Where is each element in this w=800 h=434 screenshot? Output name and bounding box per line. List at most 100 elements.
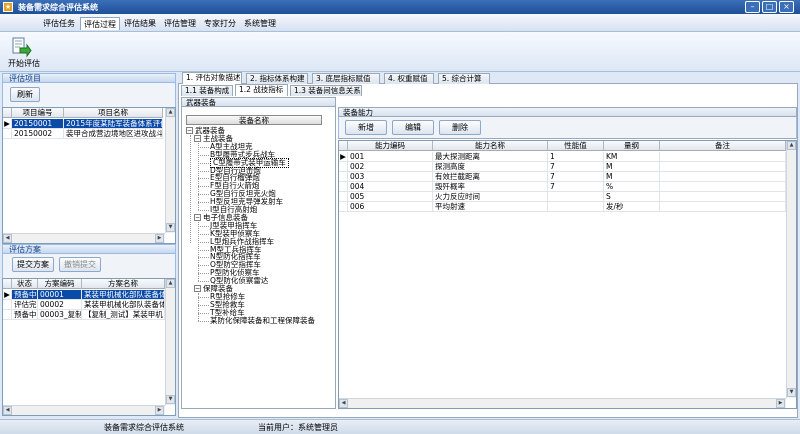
- scroll-right-icon[interactable]: ▶: [155, 406, 164, 415]
- capability-vscrollbar[interactable]: ▲ ▼: [786, 141, 796, 398]
- scroll-down-icon[interactable]: ▼: [166, 395, 175, 404]
- plan-row[interactable]: 预备中 00003_复制_1 【复制_测试】某装甲机: [3, 310, 165, 320]
- capability-row[interactable]: 003 有效拦截距离 7 M: [339, 172, 786, 182]
- row-indicator: [339, 162, 348, 172]
- plans-panel-title: 评估方案: [2, 244, 176, 254]
- scroll-left-icon[interactable]: ◀: [3, 406, 12, 415]
- plan-row[interactable]: ▶ 预备中 00001 某装甲机械化部队装备体: [3, 290, 165, 300]
- col-cap-note[interactable]: 备注: [660, 141, 786, 151]
- tree-collapse-icon[interactable]: −: [194, 134, 201, 142]
- revoke-submit-button[interactable]: 撤销提交: [59, 257, 101, 272]
- cap-name: 毁歼概率: [433, 182, 548, 192]
- col-project-code[interactable]: 项目编号: [12, 108, 64, 118]
- plans-table: 状态 方案编码 方案名称 ▶ 预备中 00001 某装甲机械化部队装备体 评估完…: [2, 278, 176, 416]
- menu-eval-task[interactable]: 评估任务: [40, 17, 78, 30]
- col-plan-code[interactable]: 方案编码: [38, 279, 82, 289]
- start-eval-label: 开始评估: [8, 59, 40, 68]
- capability-button-bar: 新增 编辑 删除: [338, 117, 797, 139]
- cap-name: 平均射速: [433, 202, 548, 212]
- capability-row[interactable]: 004 毁歼概率 7%: [339, 182, 786, 192]
- plans-hscrollbar[interactable]: ◀ ▶: [3, 405, 165, 415]
- close-button[interactable]: ×: [779, 1, 794, 13]
- cap-name: 有效拦截距离: [433, 172, 548, 182]
- cap-unit: S: [604, 192, 660, 202]
- minimize-button[interactable]: –: [745, 1, 760, 13]
- capability-row[interactable]: 002 探测高度 7 M: [339, 162, 786, 172]
- subtab-composition[interactable]: 1.1 装备构成: [181, 85, 233, 96]
- col-project-name[interactable]: 项目名称: [64, 108, 163, 118]
- capability-table-header: 能力编码 能力名称 性能值 量纲 备注: [339, 141, 786, 151]
- subtab-info-relation[interactable]: 1.3 装备间信息关系: [290, 85, 362, 96]
- delete-capability-button[interactable]: 删除: [439, 120, 481, 135]
- cap-note: [660, 162, 786, 172]
- menu-expert-score[interactable]: 专家打分: [201, 17, 239, 30]
- cap-name: 最大探测距离: [433, 152, 548, 162]
- scroll-right-icon[interactable]: ▶: [155, 234, 164, 243]
- plans-button-bar: 提交方案 撤销提交: [2, 254, 176, 278]
- col-cap-code[interactable]: 能力编码: [348, 141, 433, 151]
- scroll-left-icon[interactable]: ◀: [339, 399, 348, 408]
- menu-eval-process[interactable]: 评估过程: [80, 17, 120, 30]
- menu-eval-manage[interactable]: 评估管理: [161, 17, 199, 30]
- tab-index-system[interactable]: 2. 指标体系构建: [246, 73, 308, 84]
- cap-note: [660, 172, 786, 182]
- row-indicator: [339, 172, 348, 182]
- plan-row[interactable]: 评估完 00002 某装甲机械化部队装备体: [3, 300, 165, 310]
- capability-hscrollbar[interactable]: ◀ ▶: [339, 398, 786, 408]
- col-cap-name[interactable]: 能力名称: [433, 141, 548, 151]
- projects-vscrollbar[interactable]: ▲ ▼: [165, 108, 175, 233]
- plans-table-header: 状态 方案编码 方案名称: [3, 279, 165, 289]
- cap-note: [660, 202, 786, 212]
- tab-weight[interactable]: 4. 权重赋值: [384, 73, 434, 84]
- tree-header[interactable]: 装备名称: [186, 115, 322, 125]
- col-plan-status[interactable]: 状态: [12, 279, 38, 289]
- start-eval-icon: [12, 37, 32, 58]
- plan-code: 00001: [38, 290, 82, 300]
- scroll-down-icon[interactable]: ▼: [787, 388, 796, 397]
- add-capability-button[interactable]: 新增: [345, 120, 387, 135]
- menu-system-manage[interactable]: 系统管理: [241, 17, 279, 30]
- tab-bottom-index[interactable]: 3. 底层指标赋值: [312, 73, 380, 84]
- cap-note: [660, 182, 786, 192]
- projects-table-header: 项目编号 项目名称: [3, 108, 163, 118]
- status-bar: 装备需求综合评估系统 当前用户：系统管理员: [0, 419, 800, 434]
- plan-name: 某装甲机械化部队装备体: [82, 300, 165, 310]
- tab-eval-object[interactable]: 1. 评估对象描述: [182, 72, 242, 84]
- capability-row[interactable]: ▶ 001 最大探测距离 1 KM: [339, 152, 786, 162]
- tree-node-equipment[interactable]: 某防化保障装备和工程保障装备: [210, 316, 315, 326]
- row-indicator-icon: ▶: [3, 119, 12, 129]
- tab-calc[interactable]: 5. 综合计算: [438, 73, 490, 84]
- submit-plan-button[interactable]: 提交方案: [12, 257, 54, 272]
- projects-table: 项目编号 项目名称 ▶ 20150001 2015年度某陆军装备体系评估 201…: [2, 107, 176, 244]
- app-star-icon: ★: [3, 2, 13, 12]
- scroll-right-icon[interactable]: ▶: [776, 399, 785, 408]
- scroll-left-icon[interactable]: ◀: [3, 234, 12, 243]
- refresh-button[interactable]: 刷新: [10, 87, 40, 102]
- tree-collapse-icon[interactable]: −: [194, 213, 201, 221]
- edit-capability-button[interactable]: 编辑: [392, 120, 434, 135]
- project-row[interactable]: 20150002 装甲合成营边境地区进攻战斗: [3, 129, 163, 139]
- tree-collapse-icon[interactable]: −: [194, 285, 201, 292]
- col-cap-value[interactable]: 性能值: [548, 141, 604, 151]
- menu-bar: 评估任务 评估过程 评估结果 评估管理 专家打分 系统管理: [0, 14, 800, 32]
- capability-row[interactable]: 005 火力反应时间 S: [339, 192, 786, 202]
- menu-eval-result[interactable]: 评估结果: [121, 17, 159, 30]
- plans-vscrollbar[interactable]: ▲ ▼: [165, 279, 175, 405]
- scroll-up-icon[interactable]: ▲: [787, 141, 796, 150]
- tree-collapse-icon[interactable]: −: [186, 127, 193, 134]
- project-row[interactable]: ▶ 20150001 2015年度某陆军装备体系评估: [3, 119, 163, 129]
- subtab-tactical-index[interactable]: 1.2 战技指标: [235, 84, 288, 96]
- cap-unit: %: [604, 182, 660, 192]
- start-eval-button[interactable]: 开始评估: [4, 34, 40, 69]
- plan-name: 某装甲机械化部队装备体: [82, 290, 165, 300]
- scroll-down-icon[interactable]: ▼: [166, 223, 175, 232]
- scroll-up-icon[interactable]: ▲: [166, 108, 175, 117]
- col-plan-name[interactable]: 方案名称: [82, 279, 165, 289]
- cap-unit: M: [604, 172, 660, 182]
- cap-code: 002: [348, 162, 433, 172]
- capability-row[interactable]: 006 平均射速 发/秒: [339, 202, 786, 212]
- projects-hscrollbar[interactable]: ◀ ▶: [3, 233, 165, 243]
- maximize-button[interactable]: □: [762, 1, 777, 13]
- col-cap-unit[interactable]: 量纲: [604, 141, 660, 151]
- scroll-up-icon[interactable]: ▲: [166, 279, 175, 288]
